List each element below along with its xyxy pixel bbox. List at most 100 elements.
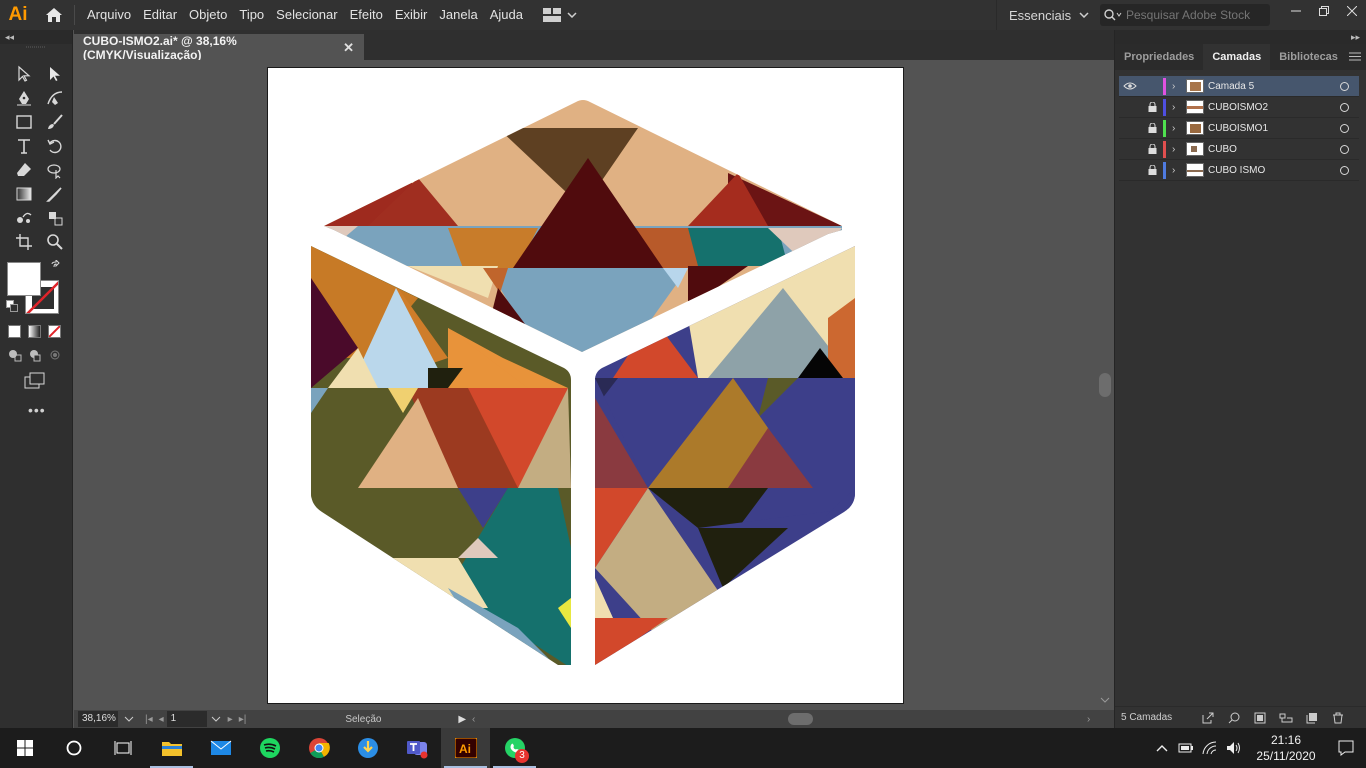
fill-swatch[interactable] <box>7 262 41 296</box>
layer-target-icon[interactable] <box>1340 144 1349 154</box>
free-transform-tool[interactable] <box>39 158 70 182</box>
eraser-tool[interactable] <box>8 158 39 182</box>
rectangle-tool[interactable] <box>8 110 39 134</box>
visibility-toggle[interactable] <box>1119 82 1141 90</box>
menu-objeto[interactable]: Objeto <box>183 0 233 30</box>
task-view-button[interactable] <box>98 728 147 768</box>
taskbar-mail[interactable] <box>196 728 245 768</box>
screen-mode-icon[interactable] <box>24 372 46 390</box>
lock-toggle[interactable] <box>1141 165 1163 175</box>
default-colors-icon[interactable] <box>6 300 18 312</box>
toolbar-grip[interactable] <box>0 44 72 50</box>
layer-row-camada-5[interactable]: › Camada 5 <box>1119 76 1359 97</box>
workspace-switcher[interactable]: Essenciais <box>996 0 1089 30</box>
menu-ajuda[interactable]: Ajuda <box>484 0 529 30</box>
layer-target-icon[interactable] <box>1340 165 1349 175</box>
zoom-dropdown-icon[interactable] <box>124 716 134 722</box>
taskbar-illustrator[interactable]: Ai <box>441 728 490 768</box>
color-mode-button[interactable] <box>8 325 21 338</box>
layer-target-icon[interactable] <box>1340 123 1349 133</box>
gradient-tool[interactable] <box>8 182 39 206</box>
menu-efeito[interactable]: Efeito <box>344 0 389 30</box>
status-menu-icon[interactable]: ▶ <box>458 714 466 725</box>
cubist-cube-artwork[interactable] <box>268 68 905 705</box>
gradient-mode-button[interactable] <box>28 325 41 338</box>
delete-layer-button[interactable] <box>1325 712 1351 724</box>
minimize-button[interactable] <box>1282 0 1310 22</box>
previous-artboard-icon[interactable]: ◂ <box>159 714 164 725</box>
arrange-documents-button[interactable] <box>542 0 577 30</box>
close-tab-button[interactable]: ✕ <box>343 40 354 56</box>
layer-row-cuboismo2[interactable]: › CUBOISMO2 <box>1119 97 1359 118</box>
artboard-dropdown-icon[interactable] <box>211 716 221 722</box>
lock-toggle[interactable] <box>1141 144 1163 154</box>
expand-layer-button[interactable]: › <box>1172 165 1186 176</box>
expand-layer-button[interactable]: › <box>1172 81 1186 92</box>
none-mode-button[interactable] <box>48 325 61 338</box>
draw-normal-icon[interactable] <box>8 348 22 362</box>
vertical-scroll-thumb[interactable] <box>1099 373 1111 397</box>
direct-selection-tool[interactable] <box>39 62 70 86</box>
edit-toolbar-button[interactable]: ••• <box>28 402 46 418</box>
eyedropper-tool[interactable] <box>39 182 70 206</box>
menu-editar[interactable]: Editar <box>137 0 183 30</box>
taskbar-spotify[interactable] <box>245 728 294 768</box>
layer-row-cuboismo1[interactable]: › CUBOISMO1 <box>1119 118 1359 139</box>
panel-menu-icon[interactable] <box>1349 52 1361 61</box>
home-button[interactable] <box>36 0 72 30</box>
curvature-tool[interactable] <box>39 86 70 110</box>
first-artboard-icon[interactable]: |◂ <box>145 714 153 725</box>
new-layer-button[interactable] <box>1299 712 1325 724</box>
document-tab[interactable]: CUBO-ISMO2.ai* @ 38,16% (CMYK/Visualizaç… <box>74 34 364 62</box>
blend-tool[interactable] <box>8 206 39 230</box>
symbol-sprayer-tool[interactable] <box>39 206 70 230</box>
restore-button[interactable] <box>1310 0 1338 22</box>
artboard-number-field[interactable]: 1 <box>166 711 207 727</box>
layer-row-cubo-ismo[interactable]: › CUBO ISMO <box>1119 160 1359 181</box>
lock-toggle[interactable] <box>1141 123 1163 133</box>
panel-collapse-button[interactable]: ▸▸ <box>1115 30 1366 44</box>
zoom-tool[interactable] <box>39 230 70 254</box>
menu-arquivo[interactable]: Arquivo <box>81 0 137 30</box>
battery-button[interactable] <box>1174 728 1198 768</box>
vertical-scrollbar[interactable] <box>1096 60 1114 710</box>
expand-layer-button[interactable]: › <box>1172 123 1186 134</box>
layer-target-icon[interactable] <box>1340 102 1349 112</box>
taskbar-whatsapp[interactable]: 3 <box>490 728 539 768</box>
layer-target-icon[interactable] <box>1340 81 1349 91</box>
menu-tipo[interactable]: Tipo <box>233 0 270 30</box>
next-artboard-icon[interactable]: ▸ <box>228 714 233 725</box>
expand-layer-button[interactable]: › <box>1172 144 1186 155</box>
locate-object-button[interactable] <box>1221 712 1247 724</box>
taskbar-file-explorer[interactable] <box>147 728 196 768</box>
menu-exibir[interactable]: Exibir <box>389 0 434 30</box>
canvas[interactable] <box>74 60 1096 710</box>
scroll-down-icon[interactable] <box>1100 697 1110 703</box>
clock[interactable]: 21:16 25/11/2020 <box>1246 732 1326 764</box>
network-button[interactable] <box>1198 728 1222 768</box>
pen-tool[interactable] <box>8 86 39 110</box>
horizontal-scroll-thumb[interactable] <box>788 713 813 725</box>
taskbar-teams[interactable] <box>392 728 441 768</box>
scroll-right-icon[interactable]: › <box>1087 714 1090 725</box>
tab-bibliotecas[interactable]: Bibliotecas <box>1270 44 1347 70</box>
new-sublayer-button[interactable] <box>1273 712 1299 724</box>
swap-fill-stroke-icon[interactable] <box>50 260 62 272</box>
tab-camadas[interactable]: Camadas <box>1203 44 1271 70</box>
action-center-button[interactable] <box>1326 728 1366 768</box>
menu-selecionar[interactable]: Selecionar <box>270 0 343 30</box>
artboard[interactable] <box>267 67 904 704</box>
last-artboard-icon[interactable]: ▸| <box>239 714 247 725</box>
zoom-level-field[interactable]: 38,16% <box>78 711 118 727</box>
draw-inside-icon[interactable] <box>48 348 62 362</box>
volume-button[interactable] <box>1222 728 1246 768</box>
selection-tool[interactable] <box>8 62 39 86</box>
stock-search-input[interactable] <box>1126 8 1266 22</box>
close-window-button[interactable] <box>1338 0 1366 22</box>
scroll-left-icon[interactable]: ‹ <box>472 714 475 725</box>
taskbar-chrome[interactable] <box>294 728 343 768</box>
export-layer-button[interactable] <box>1195 712 1221 724</box>
layer-row-cubo[interactable]: › CUBO <box>1119 139 1359 160</box>
tab-propriedades[interactable]: Propriedades <box>1115 44 1203 70</box>
draw-behind-icon[interactable] <box>28 348 42 362</box>
